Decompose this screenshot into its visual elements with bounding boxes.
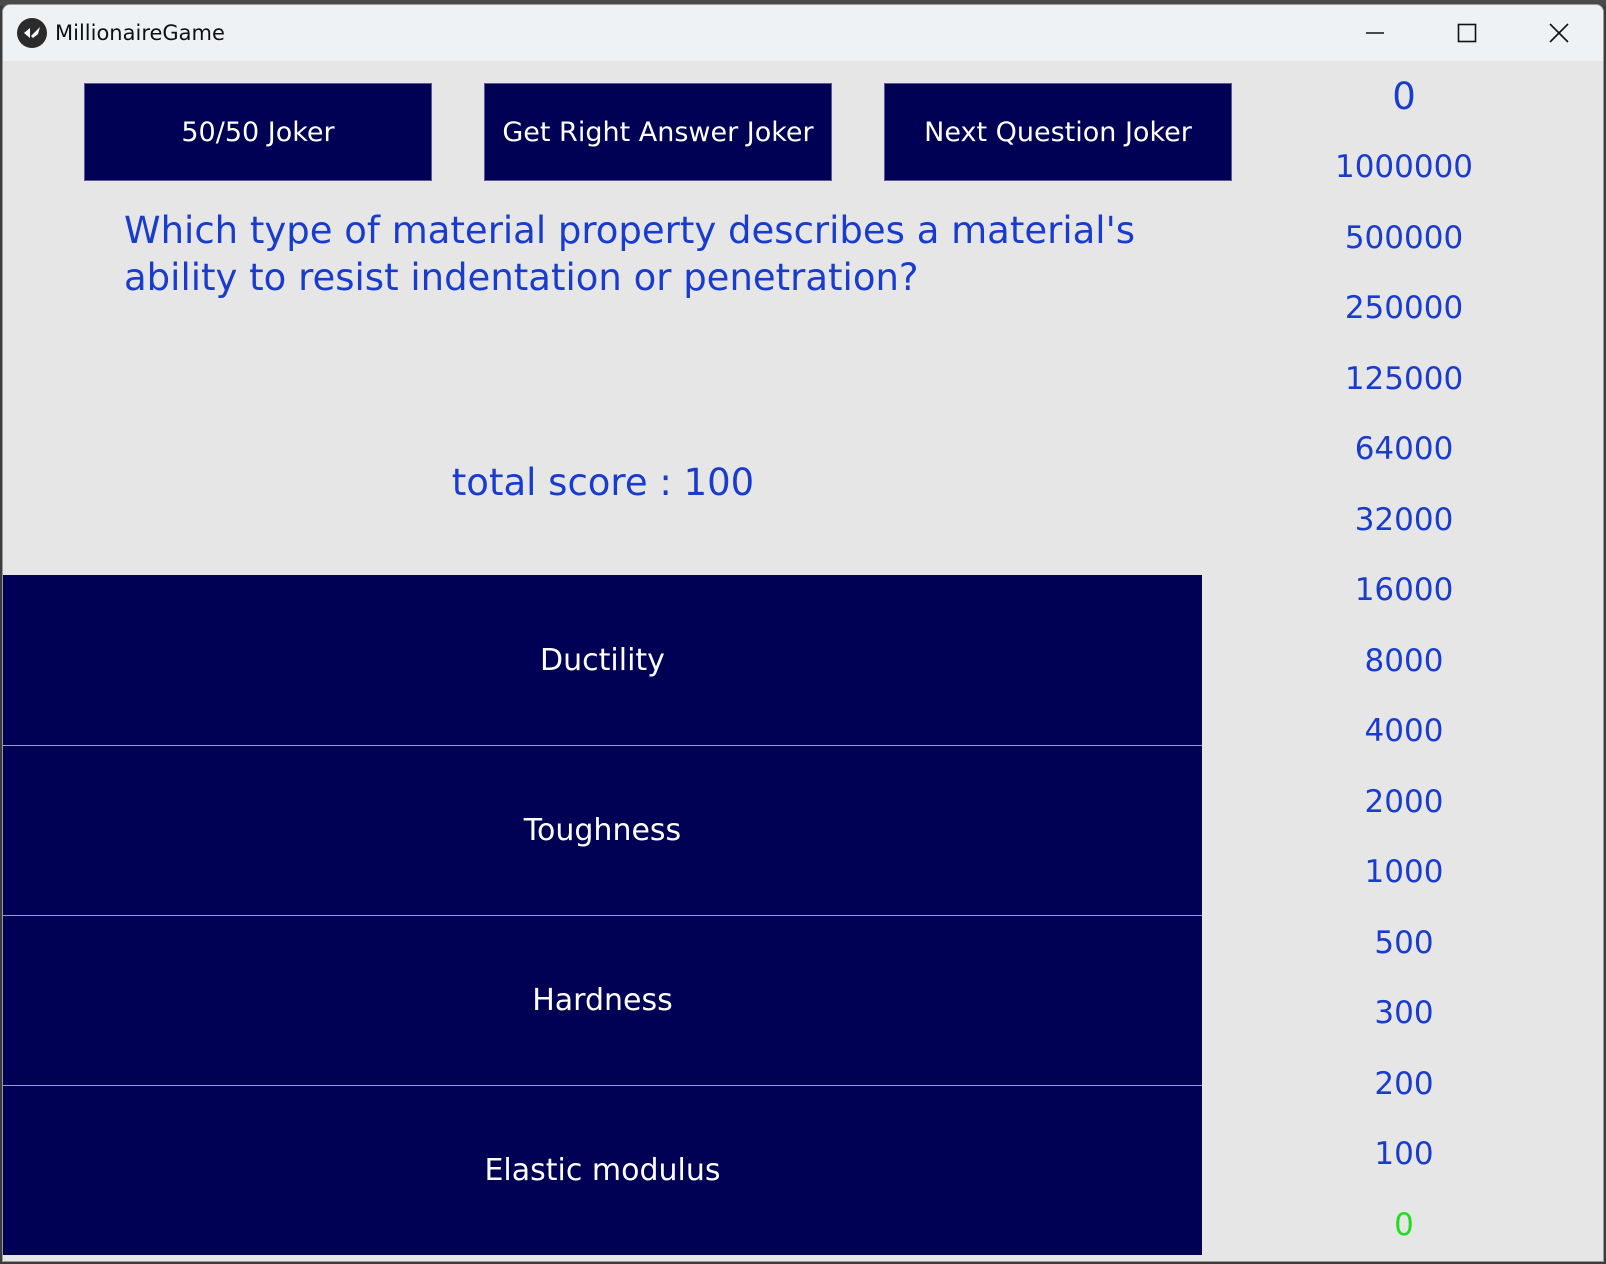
app-window: MillionaireGame 50/50 Joker Get Right An… — [2, 4, 1604, 1262]
prize-level: 500 — [1374, 924, 1434, 961]
prize-level: 32000 — [1354, 501, 1454, 538]
next-question-joker-button[interactable]: Next Question Joker — [884, 83, 1232, 181]
prize-level: 16000 — [1354, 572, 1454, 608]
prize-level: 2000 — [1364, 783, 1444, 820]
title-bar[interactable]: MillionaireGame — [3, 5, 1603, 61]
prize-level: 200 — [1374, 1065, 1434, 1102]
current-prize: 0 — [1392, 75, 1416, 118]
question-text: Which type of material property describe… — [124, 209, 1136, 299]
maximize-button[interactable] — [1421, 5, 1513, 61]
kivy-icon — [17, 18, 47, 48]
prize-level: 125000 — [1344, 360, 1464, 397]
answer-button-c[interactable]: Hardness — [3, 915, 1202, 1085]
close-button[interactable] — [1513, 5, 1603, 61]
answer-list: Ductility Toughness Hardness Elastic mod… — [3, 575, 1202, 1255]
prize-level: 1000000 — [1334, 149, 1474, 185]
total-score-label: total score : 100 — [451, 461, 755, 504]
prize-level: 8000 — [1364, 642, 1444, 679]
prize-level: 500000 — [1344, 219, 1464, 256]
fifty-fifty-joker-button[interactable]: 50/50 Joker — [84, 83, 432, 181]
window-title: MillionaireGame — [55, 21, 225, 45]
prize-level: 1000 — [1364, 854, 1444, 890]
prize-level-current: 0 — [1394, 1206, 1414, 1243]
prize-level: 4000 — [1364, 713, 1444, 749]
close-icon — [1549, 23, 1569, 43]
prize-ladder: 1000000 500000 250000 125000 64000 32000… — [1304, 145, 1504, 1261]
game-area: 50/50 Joker Get Right Answer Joker Next … — [3, 61, 1603, 1261]
minimize-button[interactable] — [1329, 5, 1421, 61]
prize-level: 64000 — [1354, 431, 1454, 467]
minimize-icon — [1366, 32, 1384, 34]
prize-level: 100 — [1374, 1136, 1434, 1172]
answer-button-a[interactable]: Ductility — [3, 575, 1202, 745]
prize-level: 250000 — [1344, 290, 1464, 326]
maximize-icon — [1457, 23, 1477, 43]
prize-level: 300 — [1374, 995, 1434, 1031]
answer-button-d[interactable]: Elastic modulus — [3, 1085, 1202, 1255]
answer-button-b[interactable]: Toughness — [3, 745, 1202, 915]
right-answer-joker-button[interactable]: Get Right Answer Joker — [484, 83, 832, 181]
